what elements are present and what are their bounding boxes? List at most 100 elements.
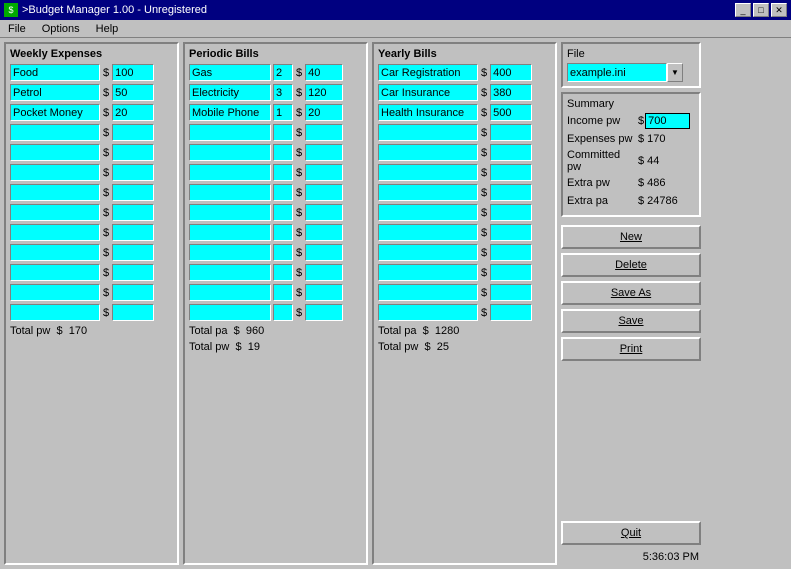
yearly-name-4[interactable] <box>378 144 478 161</box>
periodic-name-6[interactable] <box>189 184 271 201</box>
yearly-amount-6[interactable] <box>490 184 532 201</box>
weekly-amount-10[interactable] <box>112 264 154 281</box>
periodic-amount-4[interactable] <box>305 144 343 161</box>
weekly-amount-1[interactable] <box>112 84 154 101</box>
periodic-name-8[interactable] <box>189 224 271 241</box>
weekly-name-9[interactable] <box>10 244 100 261</box>
yearly-amount-3[interactable] <box>490 124 532 141</box>
weekly-amount-8[interactable] <box>112 224 154 241</box>
file-input[interactable] <box>567 63 667 82</box>
periodic-name-4[interactable] <box>189 144 271 161</box>
weekly-name-12[interactable] <box>10 304 100 321</box>
periodic-freq-12[interactable] <box>273 304 293 321</box>
weekly-amount-11[interactable] <box>112 284 154 301</box>
periodic-amount-12[interactable] <box>305 304 343 321</box>
yearly-amount-4[interactable] <box>490 144 532 161</box>
weekly-name-4[interactable] <box>10 144 100 161</box>
yearly-name-11[interactable] <box>378 284 478 301</box>
minimize-button[interactable]: _ <box>735 3 751 17</box>
yearly-name-2[interactable] <box>378 104 478 121</box>
yearly-name-8[interactable] <box>378 224 478 241</box>
yearly-name-3[interactable] <box>378 124 478 141</box>
periodic-freq-8[interactable] <box>273 224 293 241</box>
weekly-name-2[interactable] <box>10 104 100 121</box>
yearly-amount-10[interactable] <box>490 264 532 281</box>
periodic-freq-11[interactable] <box>273 284 293 301</box>
menu-file[interactable]: File <box>4 22 30 36</box>
file-dropdown-button[interactable]: ▼ <box>667 63 683 82</box>
save-as-button[interactable]: Save As <box>561 281 701 305</box>
periodic-amount-2[interactable] <box>305 104 343 121</box>
periodic-freq-4[interactable] <box>273 144 293 161</box>
weekly-amount-5[interactable] <box>112 164 154 181</box>
periodic-name-11[interactable] <box>189 284 271 301</box>
periodic-amount-11[interactable] <box>305 284 343 301</box>
periodic-name-1[interactable] <box>189 84 271 101</box>
quit-button[interactable]: Quit <box>561 521 701 545</box>
close-button[interactable]: ✕ <box>771 3 787 17</box>
periodic-freq-5[interactable] <box>273 164 293 181</box>
weekly-amount-9[interactable] <box>112 244 154 261</box>
periodic-name-12[interactable] <box>189 304 271 321</box>
yearly-amount-0[interactable] <box>490 64 532 81</box>
yearly-name-10[interactable] <box>378 264 478 281</box>
yearly-name-0[interactable] <box>378 64 478 81</box>
weekly-name-7[interactable] <box>10 204 100 221</box>
periodic-freq-10[interactable] <box>273 264 293 281</box>
periodic-amount-3[interactable] <box>305 124 343 141</box>
yearly-amount-12[interactable] <box>490 304 532 321</box>
weekly-amount-12[interactable] <box>112 304 154 321</box>
save-button[interactable]: Save <box>561 309 701 333</box>
periodic-name-5[interactable] <box>189 164 271 181</box>
periodic-amount-6[interactable] <box>305 184 343 201</box>
periodic-amount-7[interactable] <box>305 204 343 221</box>
weekly-amount-3[interactable] <box>112 124 154 141</box>
periodic-amount-1[interactable] <box>305 84 343 101</box>
summary-item-value-0[interactable] <box>645 113 690 129</box>
weekly-name-3[interactable] <box>10 124 100 141</box>
periodic-name-10[interactable] <box>189 264 271 281</box>
new-button[interactable]: New <box>561 225 701 249</box>
weekly-name-1[interactable] <box>10 84 100 101</box>
periodic-name-7[interactable] <box>189 204 271 221</box>
periodic-name-3[interactable] <box>189 124 271 141</box>
weekly-name-0[interactable] <box>10 64 100 81</box>
weekly-amount-6[interactable] <box>112 184 154 201</box>
print-button[interactable]: Print <box>561 337 701 361</box>
periodic-freq-3[interactable] <box>273 124 293 141</box>
yearly-amount-9[interactable] <box>490 244 532 261</box>
yearly-name-12[interactable] <box>378 304 478 321</box>
periodic-name-9[interactable] <box>189 244 271 261</box>
weekly-amount-4[interactable] <box>112 144 154 161</box>
periodic-freq-6[interactable] <box>273 184 293 201</box>
weekly-name-5[interactable] <box>10 164 100 181</box>
yearly-amount-8[interactable] <box>490 224 532 241</box>
weekly-amount-2[interactable] <box>112 104 154 121</box>
yearly-amount-1[interactable] <box>490 84 532 101</box>
periodic-freq-1[interactable] <box>273 84 293 101</box>
menu-options[interactable]: Options <box>38 22 84 36</box>
weekly-name-8[interactable] <box>10 224 100 241</box>
periodic-amount-9[interactable] <box>305 244 343 261</box>
yearly-name-5[interactable] <box>378 164 478 181</box>
periodic-amount-5[interactable] <box>305 164 343 181</box>
yearly-amount-7[interactable] <box>490 204 532 221</box>
yearly-name-9[interactable] <box>378 244 478 261</box>
periodic-amount-10[interactable] <box>305 264 343 281</box>
yearly-amount-2[interactable] <box>490 104 532 121</box>
yearly-amount-5[interactable] <box>490 164 532 181</box>
periodic-freq-7[interactable] <box>273 204 293 221</box>
menu-help[interactable]: Help <box>92 22 123 36</box>
periodic-freq-2[interactable] <box>273 104 293 121</box>
weekly-amount-0[interactable] <box>112 64 154 81</box>
delete-button[interactable]: Delete <box>561 253 701 277</box>
periodic-amount-8[interactable] <box>305 224 343 241</box>
weekly-name-11[interactable] <box>10 284 100 301</box>
periodic-amount-0[interactable] <box>305 64 343 81</box>
yearly-name-1[interactable] <box>378 84 478 101</box>
yearly-amount-11[interactable] <box>490 284 532 301</box>
periodic-name-0[interactable] <box>189 64 271 81</box>
yearly-name-6[interactable] <box>378 184 478 201</box>
periodic-name-2[interactable] <box>189 104 271 121</box>
weekly-amount-7[interactable] <box>112 204 154 221</box>
